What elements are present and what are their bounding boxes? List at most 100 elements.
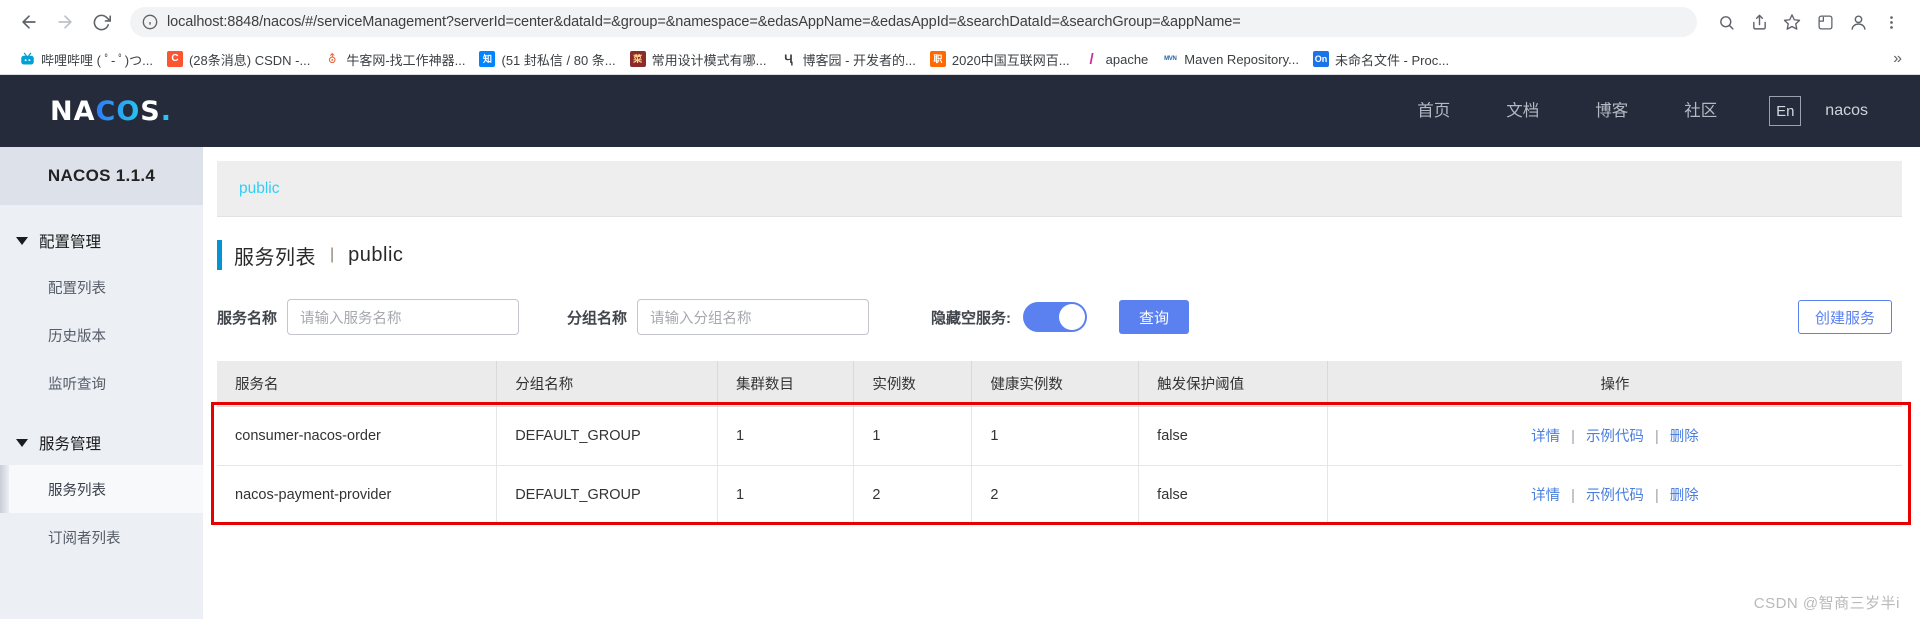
service-table-wrapper: 服务名 分组名称 集群数目 实例数 健康实例数 触发保护阈值 操作 consum…	[211, 361, 1911, 525]
breadcrumb: public	[217, 161, 1902, 217]
job-site-icon: 职	[929, 51, 946, 67]
delete-link[interactable]: 删除	[1670, 429, 1699, 445]
nacos-logo[interactable]: NA CO S.	[50, 96, 172, 127]
address-bar[interactable]: localhost:8848/nacos/#/serviceManagement…	[130, 7, 1697, 37]
sidebar-item-label: 监听查询	[48, 376, 106, 393]
bilibili-icon	[19, 51, 35, 67]
chevron-down-icon	[16, 439, 28, 447]
sidebar-item-service-list[interactable]: 服务列表	[0, 465, 203, 513]
bookmark-item[interactable]: 知 (51 封私信 / 80 条...	[472, 48, 622, 71]
nav-item-home[interactable]: 首页	[1389, 75, 1478, 147]
page-title: 服务列表 | public	[217, 239, 1920, 271]
language-toggle-button[interactable]: En	[1769, 96, 1802, 126]
bookmark-label: 未命名文件 - Proc...	[1334, 52, 1450, 68]
apache-icon: /	[1083, 51, 1100, 67]
table-row[interactable]: consumer-nacos-order DEFAULT_GROUP 1 1 1…	[217, 406, 1902, 466]
logo-text-part2: S	[140, 95, 161, 127]
query-button[interactable]: 查询	[1119, 300, 1190, 334]
logo-text-part1: NA	[50, 95, 96, 127]
column-header-protect-threshold: 触发保护阈值	[1138, 361, 1328, 407]
sidebar-item-label: 订阅者列表	[48, 530, 121, 547]
zoom-icon[interactable]	[1711, 7, 1741, 37]
toolbar-icon-group	[1711, 7, 1906, 37]
bookmarks-overflow-icon[interactable]: »	[1885, 50, 1910, 68]
sidebar-group-service-management[interactable]: 服务管理	[0, 421, 203, 465]
bookmark-item[interactable]: 职 2020中国互联网百...	[923, 48, 1077, 71]
sidebar-item-label: 配置列表	[48, 280, 106, 297]
profile-avatar-icon[interactable]	[1843, 7, 1873, 37]
browser-toolbar: localhost:8848/nacos/#/serviceManagement…	[0, 0, 1920, 44]
reload-icon[interactable]	[86, 7, 116, 37]
sidebar-item-label: 历史版本	[48, 328, 106, 345]
table-row[interactable]: nacos-payment-provider DEFAULT_GROUP 1 2…	[217, 465, 1902, 525]
sample-code-link[interactable]: 示例代码	[1586, 488, 1644, 504]
bookmark-item[interactable]: 哔哩哔哩 ( ﾟ- ﾟ)つ...	[12, 48, 160, 71]
bookmark-item[interactable]: MVN Maven Repository...	[1155, 49, 1306, 69]
sidebar-group-label: 服务管理	[39, 436, 102, 453]
create-service-button[interactable]: 创建服务	[1797, 300, 1892, 334]
sidebar-version-title: NACOS 1.1.4	[0, 147, 203, 205]
sidebar-item-subscriber-list[interactable]: 订阅者列表	[0, 513, 203, 561]
action-separator: |	[1571, 429, 1575, 445]
bookmark-label: (51 封私信 / 80 条...	[501, 52, 616, 68]
back-arrow-icon[interactable]	[14, 7, 44, 37]
sidebar-item-history-versions[interactable]: 历史版本	[0, 311, 203, 359]
nacos-top-header: NA CO S. 首页 文档 博客 社区 En nacos	[0, 75, 1920, 147]
bookmark-label: 常用设计模式有哪...	[651, 52, 767, 68]
bookmark-label: 博客园 - 开发者的...	[802, 52, 916, 68]
sidebar-group-label: 配置管理	[39, 234, 102, 251]
hide-empty-service-toggle[interactable]	[1023, 302, 1088, 332]
cell-operations: 详情 | 示例代码 | 删除	[1327, 465, 1902, 525]
bookmark-item[interactable]: On 未命名文件 - Proc...	[1306, 48, 1456, 71]
cell-instance-count: 1	[853, 406, 973, 466]
action-separator: |	[1654, 488, 1659, 504]
breadcrumb-namespace-link[interactable]: public	[239, 180, 280, 198]
sidebar-group-config-management[interactable]: 配置管理	[0, 219, 203, 263]
cell-service-name: consumer-nacos-order	[217, 406, 498, 466]
bookmark-label: 2020中国互联网百...	[951, 52, 1070, 68]
bookmark-label: Maven Repository...	[1184, 51, 1299, 67]
cell-protect-threshold: false	[1138, 406, 1328, 466]
nav-item-docs[interactable]: 文档	[1478, 75, 1567, 147]
user-menu[interactable]: nacos	[1825, 102, 1872, 120]
sidebar-item-config-list[interactable]: 配置列表	[0, 263, 203, 311]
bookmark-item[interactable]: / apache	[1077, 49, 1156, 69]
share-icon[interactable]	[1744, 7, 1774, 37]
action-separator: |	[1571, 488, 1575, 504]
bookmark-item[interactable]: 菜 常用设计模式有哪...	[623, 48, 774, 71]
column-header-instance-count: 实例数	[853, 361, 973, 407]
group-name-input[interactable]: 请输入分组名称	[637, 299, 870, 335]
detail-link[interactable]: 详情	[1531, 488, 1560, 504]
toggle-knob	[1059, 304, 1086, 330]
sample-code-link[interactable]: 示例代码	[1586, 429, 1644, 445]
three-dot-menu-icon[interactable]	[1876, 7, 1906, 37]
sidebar-item-listener-query[interactable]: 监听查询	[0, 359, 203, 407]
bookmark-label: 哔哩哔哩 ( ﾟ- ﾟ)つ...	[41, 52, 153, 68]
bookmark-item[interactable]: C (28条消息) CSDN -...	[160, 48, 317, 71]
column-header-healthy-instance-count: 健康实例数	[971, 361, 1140, 407]
bookmark-item[interactable]: Ҷ 博客园 - 开发者的...	[773, 48, 922, 71]
service-name-input[interactable]: 请输入服务名称	[287, 299, 520, 335]
delete-link[interactable]: 删除	[1670, 488, 1699, 504]
extensions-icon[interactable]	[1810, 7, 1840, 37]
nav-item-blog[interactable]: 博客	[1567, 75, 1656, 147]
cell-service-name: nacos-payment-provider	[217, 465, 498, 525]
page-title-namespace: public	[348, 243, 404, 266]
cell-cluster-count: 1	[717, 406, 855, 466]
nav-item-community[interactable]: 社区	[1656, 75, 1745, 147]
chevron-down-icon	[16, 237, 28, 245]
group-name-label: 分组名称	[567, 309, 628, 327]
cell-protect-threshold: false	[1138, 465, 1328, 525]
star-icon[interactable]	[1777, 7, 1807, 37]
cell-cluster-count: 1	[717, 465, 855, 525]
browser-chrome: localhost:8848/nacos/#/serviceManagement…	[0, 0, 1920, 75]
bookmark-item[interactable]: ⛢ 牛客网-找工作神器...	[317, 48, 472, 71]
forward-arrow-icon[interactable]	[50, 7, 80, 37]
detail-link[interactable]: 详情	[1531, 429, 1560, 445]
cell-instance-count: 2	[853, 465, 973, 525]
cnblogs-icon: Ҷ	[780, 51, 797, 67]
filter-toolbar: 服务名称 请输入服务名称 分组名称 请输入分组名称 隐藏空服务: 查询 创建服务	[217, 299, 1920, 335]
site-info-icon[interactable]	[142, 14, 158, 30]
page-title-separator: |	[330, 246, 335, 263]
cell-healthy-instance-count: 2	[971, 465, 1140, 525]
